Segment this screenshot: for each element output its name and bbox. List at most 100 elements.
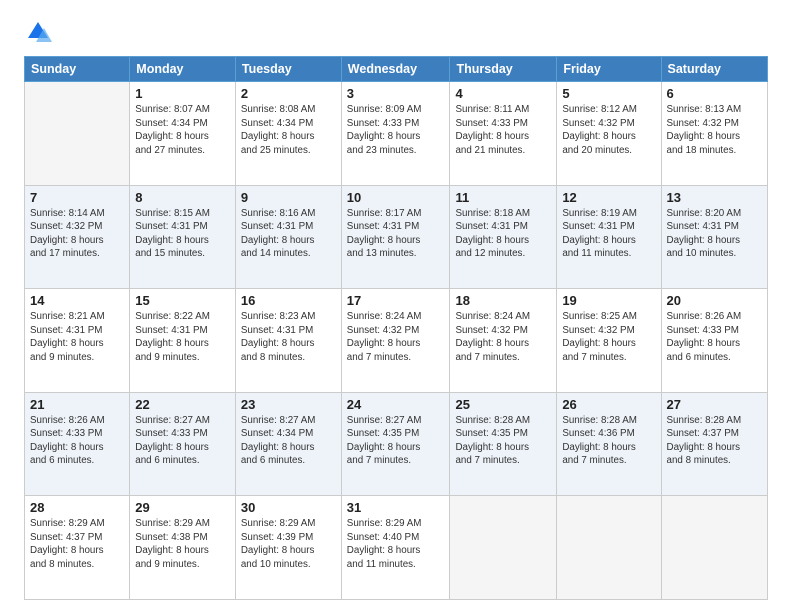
day-info: Sunrise: 8:28 AM Sunset: 4:36 PM Dayligh… — [562, 414, 655, 468]
day-info: Sunrise: 8:19 AM Sunset: 4:31 PM Dayligh… — [562, 207, 655, 261]
day-info: Sunrise: 8:27 AM Sunset: 4:35 PM Dayligh… — [347, 414, 445, 468]
day-number: 12 — [562, 190, 655, 205]
day-number: 1 — [135, 86, 230, 101]
day-number: 20 — [667, 293, 762, 308]
col-header-thursday: Thursday — [450, 57, 557, 82]
day-info: Sunrise: 8:29 AM Sunset: 4:38 PM Dayligh… — [135, 517, 230, 571]
day-number: 6 — [667, 86, 762, 101]
col-header-wednesday: Wednesday — [341, 57, 450, 82]
day-info: Sunrise: 8:08 AM Sunset: 4:34 PM Dayligh… — [241, 103, 336, 157]
day-info: Sunrise: 8:26 AM Sunset: 4:33 PM Dayligh… — [667, 310, 762, 364]
day-info: Sunrise: 8:18 AM Sunset: 4:31 PM Dayligh… — [455, 207, 551, 261]
calendar-cell: 26 Sunrise: 8:28 AM Sunset: 4:36 PM Dayli… — [557, 392, 661, 496]
day-number: 15 — [135, 293, 230, 308]
day-info: Sunrise: 8:29 AM Sunset: 4:39 PM Dayligh… — [241, 517, 336, 571]
calendar-week-row: 21 Sunrise: 8:26 AM Sunset: 4:33 PM Dayli… — [25, 392, 768, 496]
calendar-cell: 2 Sunrise: 8:08 AM Sunset: 4:34 PM Daylig… — [235, 82, 341, 186]
header — [24, 18, 768, 46]
logo — [24, 18, 56, 46]
day-number: 11 — [455, 190, 551, 205]
day-number: 29 — [135, 500, 230, 515]
col-header-sunday: Sunday — [25, 57, 130, 82]
calendar-cell: 22 Sunrise: 8:27 AM Sunset: 4:33 PM Dayli… — [130, 392, 236, 496]
day-number: 17 — [347, 293, 445, 308]
day-info: Sunrise: 8:29 AM Sunset: 4:40 PM Dayligh… — [347, 517, 445, 571]
calendar-cell: 14 Sunrise: 8:21 AM Sunset: 4:31 PM Dayli… — [25, 289, 130, 393]
day-info: Sunrise: 8:24 AM Sunset: 4:32 PM Dayligh… — [455, 310, 551, 364]
day-info: Sunrise: 8:28 AM Sunset: 4:35 PM Dayligh… — [455, 414, 551, 468]
page: SundayMondayTuesdayWednesdayThursdayFrid… — [0, 0, 792, 612]
day-number: 4 — [455, 86, 551, 101]
col-header-saturday: Saturday — [661, 57, 767, 82]
col-header-friday: Friday — [557, 57, 661, 82]
calendar-cell: 19 Sunrise: 8:25 AM Sunset: 4:32 PM Dayli… — [557, 289, 661, 393]
calendar-cell: 20 Sunrise: 8:26 AM Sunset: 4:33 PM Dayli… — [661, 289, 767, 393]
day-info: Sunrise: 8:26 AM Sunset: 4:33 PM Dayligh… — [30, 414, 124, 468]
calendar-week-row: 28 Sunrise: 8:29 AM Sunset: 4:37 PM Dayli… — [25, 496, 768, 600]
calendar-cell: 10Sunrise: 8:17 AM Sunset: 4:31 PM Dayli… — [341, 185, 450, 289]
calendar-cell — [557, 496, 661, 600]
day-number: 14 — [30, 293, 124, 308]
calendar-cell: 5 Sunrise: 8:12 AM Sunset: 4:32 PM Daylig… — [557, 82, 661, 186]
day-info: Sunrise: 8:16 AM Sunset: 4:31 PM Dayligh… — [241, 207, 336, 261]
day-info: Sunrise: 8:25 AM Sunset: 4:32 PM Dayligh… — [562, 310, 655, 364]
calendar-cell: 29 Sunrise: 8:29 AM Sunset: 4:38 PM Dayli… — [130, 496, 236, 600]
calendar-cell: 4Sunrise: 8:11 AM Sunset: 4:33 PM Daylig… — [450, 82, 557, 186]
calendar-cell: 17 Sunrise: 8:24 AM Sunset: 4:32 PM Dayli… — [341, 289, 450, 393]
day-number: 26 — [562, 397, 655, 412]
calendar-cell: 9 Sunrise: 8:16 AM Sunset: 4:31 PM Daylig… — [235, 185, 341, 289]
day-info: Sunrise: 8:09 AM Sunset: 4:33 PM Dayligh… — [347, 103, 445, 157]
day-number: 25 — [455, 397, 551, 412]
day-number: 19 — [562, 293, 655, 308]
day-number: 16 — [241, 293, 336, 308]
calendar-cell: 24 Sunrise: 8:27 AM Sunset: 4:35 PM Dayli… — [341, 392, 450, 496]
calendar-cell: 11 Sunrise: 8:18 AM Sunset: 4:31 PM Dayli… — [450, 185, 557, 289]
calendar-cell: 7Sunrise: 8:14 AM Sunset: 4:32 PM Daylig… — [25, 185, 130, 289]
calendar-cell: 1 Sunrise: 8:07 AM Sunset: 4:34 PM Daylig… — [130, 82, 236, 186]
day-info: Sunrise: 8:15 AM Sunset: 4:31 PM Dayligh… — [135, 207, 230, 261]
day-number: 5 — [562, 86, 655, 101]
day-info: Sunrise: 8:23 AM Sunset: 4:31 PM Dayligh… — [241, 310, 336, 364]
calendar-cell: 3 Sunrise: 8:09 AM Sunset: 4:33 PM Daylig… — [341, 82, 450, 186]
day-number: 13 — [667, 190, 762, 205]
day-number: 24 — [347, 397, 445, 412]
day-info: Sunrise: 8:13 AM Sunset: 4:32 PM Dayligh… — [667, 103, 762, 157]
day-number: 30 — [241, 500, 336, 515]
calendar-cell: 21 Sunrise: 8:26 AM Sunset: 4:33 PM Dayli… — [25, 392, 130, 496]
day-number: 22 — [135, 397, 230, 412]
col-header-monday: Monday — [130, 57, 236, 82]
day-number: 28 — [30, 500, 124, 515]
calendar-cell: 18Sunrise: 8:24 AM Sunset: 4:32 PM Dayli… — [450, 289, 557, 393]
day-number: 2 — [241, 86, 336, 101]
day-info: Sunrise: 8:29 AM Sunset: 4:37 PM Dayligh… — [30, 517, 124, 571]
calendar-cell: 8 Sunrise: 8:15 AM Sunset: 4:31 PM Daylig… — [130, 185, 236, 289]
logo-icon — [24, 18, 52, 46]
calendar-week-row: 1 Sunrise: 8:07 AM Sunset: 4:34 PM Daylig… — [25, 82, 768, 186]
day-info: Sunrise: 8:28 AM Sunset: 4:37 PM Dayligh… — [667, 414, 762, 468]
calendar-cell: 16 Sunrise: 8:23 AM Sunset: 4:31 PM Dayli… — [235, 289, 341, 393]
day-number: 10 — [347, 190, 445, 205]
day-number: 3 — [347, 86, 445, 101]
calendar-header-row: SundayMondayTuesdayWednesdayThursdayFrid… — [25, 57, 768, 82]
day-number: 21 — [30, 397, 124, 412]
day-number: 27 — [667, 397, 762, 412]
day-number: 31 — [347, 500, 445, 515]
calendar-cell — [25, 82, 130, 186]
calendar-cell: 15 Sunrise: 8:22 AM Sunset: 4:31 PM Dayli… — [130, 289, 236, 393]
calendar-cell: 12 Sunrise: 8:19 AM Sunset: 4:31 PM Dayli… — [557, 185, 661, 289]
calendar-cell: 28 Sunrise: 8:29 AM Sunset: 4:37 PM Dayli… — [25, 496, 130, 600]
day-number: 9 — [241, 190, 336, 205]
day-info: Sunrise: 8:21 AM Sunset: 4:31 PM Dayligh… — [30, 310, 124, 364]
day-info: Sunrise: 8:24 AM Sunset: 4:32 PM Dayligh… — [347, 310, 445, 364]
calendar-cell — [661, 496, 767, 600]
day-info: Sunrise: 8:12 AM Sunset: 4:32 PM Dayligh… — [562, 103, 655, 157]
calendar-cell: 23Sunrise: 8:27 AM Sunset: 4:34 PM Dayli… — [235, 392, 341, 496]
calendar-cell: 6 Sunrise: 8:13 AM Sunset: 4:32 PM Daylig… — [661, 82, 767, 186]
day-info: Sunrise: 8:22 AM Sunset: 4:31 PM Dayligh… — [135, 310, 230, 364]
day-info: Sunrise: 8:07 AM Sunset: 4:34 PM Dayligh… — [135, 103, 230, 157]
day-number: 8 — [135, 190, 230, 205]
calendar-cell: 25 Sunrise: 8:28 AM Sunset: 4:35 PM Dayli… — [450, 392, 557, 496]
day-number: 7 — [30, 190, 124, 205]
day-info: Sunrise: 8:27 AM Sunset: 4:34 PM Dayligh… — [241, 414, 336, 468]
day-info: Sunrise: 8:27 AM Sunset: 4:33 PM Dayligh… — [135, 414, 230, 468]
